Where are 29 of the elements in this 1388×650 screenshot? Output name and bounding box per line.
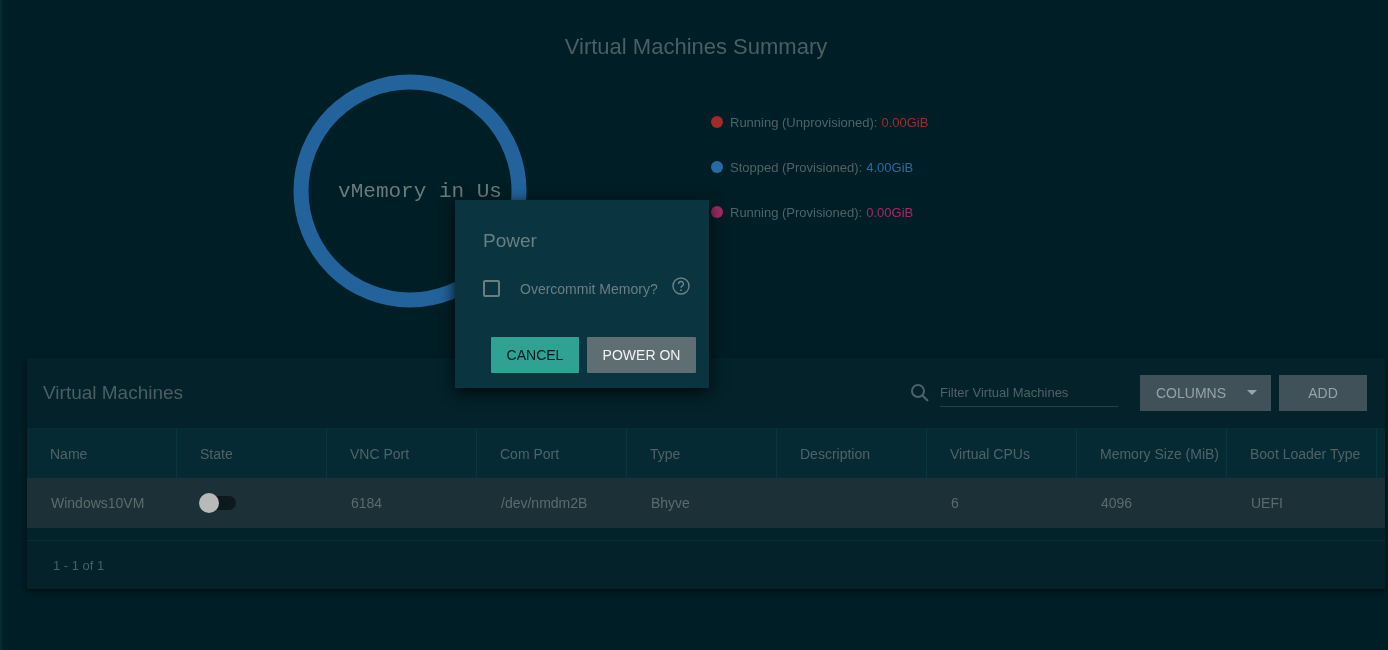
legend-label: Running (Unprovisioned): <box>730 114 878 130</box>
state-toggle[interactable] <box>202 496 236 510</box>
checkbox[interactable] <box>483 280 500 297</box>
summary-title: Virtual Machines Summary <box>563 34 829 60</box>
pagination-label: 1 - 1 of 1 <box>53 557 105 573</box>
checkbox-label: Overcommit Memory? <box>520 280 658 297</box>
legend-value: 4.00GiB <box>866 159 914 175</box>
legend-label: Running (Provisioned): <box>730 204 863 220</box>
table-cell: 6184 <box>351 495 383 511</box>
table-cell: 6 <box>951 495 959 511</box>
power-on-button[interactable]: POWER ON <box>587 337 696 373</box>
search-icon <box>910 383 930 403</box>
table-cell: Windows10VM <box>51 495 145 511</box>
cancel-button[interactable]: CANCEL <box>491 337 579 373</box>
columns-button[interactable]: COLUMNS <box>1140 375 1271 411</box>
caret-icon <box>1247 390 1257 396</box>
table-cell: Bhyve <box>651 495 690 511</box>
table-cell: /dev/nmdm2B <box>501 495 588 511</box>
legend-label: Stopped (Provisioned): <box>730 159 863 175</box>
table-title: Virtual Machines <box>43 382 184 404</box>
legend-value: 0.00GiB <box>881 114 929 130</box>
filter-field[interactable]: Filter Virtual Machines <box>940 379 1118 407</box>
table-cell: 4096 <box>1101 495 1133 511</box>
legend-value: 0.00GiB <box>866 204 914 220</box>
help-icon <box>671 276 690 295</box>
table-cell: UEFI <box>1251 495 1283 511</box>
chart-center-label: vMemory in Us <box>338 179 502 203</box>
add-button[interactable]: ADD <box>1279 375 1367 411</box>
dialog-title: Power <box>483 230 538 252</box>
